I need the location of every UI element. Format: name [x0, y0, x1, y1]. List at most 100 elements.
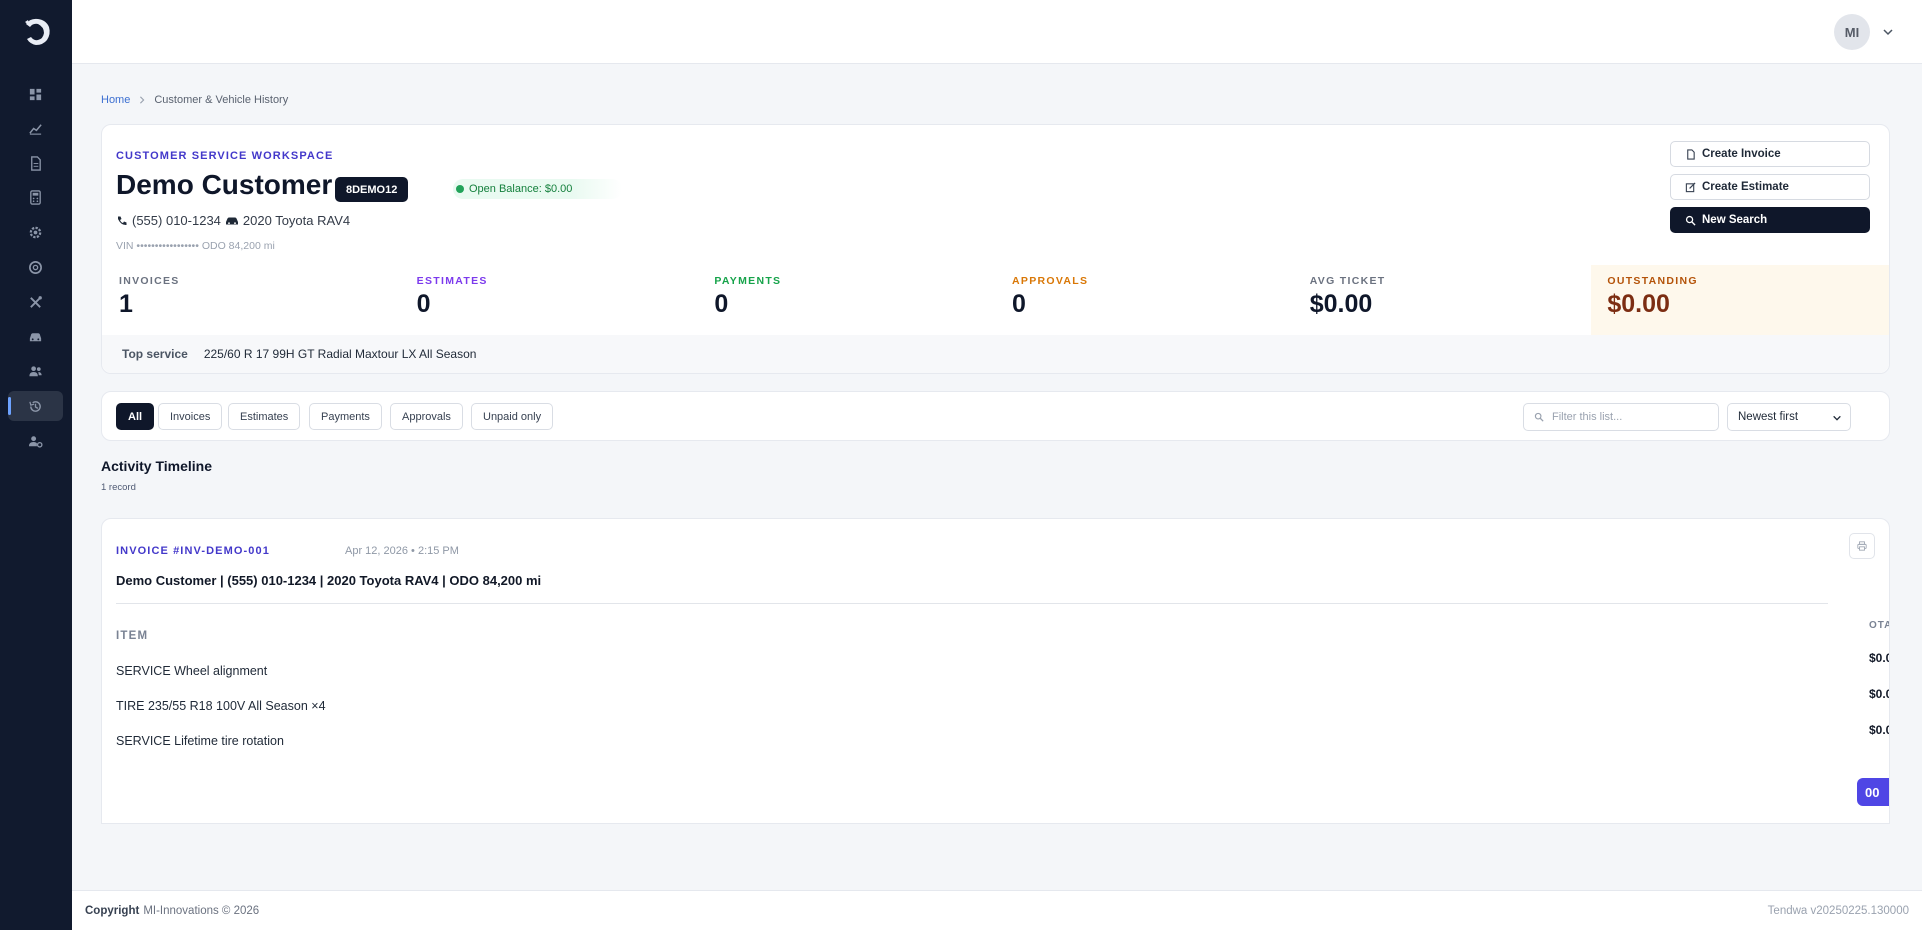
line-item: SERVICE Lifetime tire rotation — [116, 734, 284, 748]
filter-chip-estimates[interactable]: Estimates — [228, 403, 301, 430]
invoice-date: Apr 12, 2026 • 2:15 PM — [345, 545, 459, 557]
invoice-icon — [31, 155, 41, 171]
search-icon — [1534, 412, 1544, 422]
car-icon — [29, 332, 42, 341]
calculator-icon — [30, 189, 41, 205]
timeline-count: 1 record — [101, 482, 136, 493]
chevron-down-icon[interactable] — [1882, 26, 1894, 38]
main-content: Home Customer & Vehicle History CUSTOMER… — [72, 64, 1922, 890]
avatar[interactable]: MI — [1834, 14, 1870, 50]
sidebar-item-user-settings[interactable] — [8, 426, 63, 456]
stat-outstanding[interactable]: OUTSTANDING $0.00 — [1591, 265, 1890, 335]
sidebar-item-vehicles[interactable] — [8, 321, 63, 351]
breadcrumb-home[interactable]: Home — [101, 94, 130, 106]
vin-odometer: VIN ••••••••••••••••• ODO 84,200 mi — [116, 240, 275, 252]
create-invoice-button[interactable]: Create Invoice — [1670, 141, 1870, 167]
gear-icon — [29, 226, 42, 238]
timeline-title: Activity Timeline — [101, 458, 213, 474]
stat-approvals[interactable]: APPROVALS 0 — [996, 265, 1294, 335]
filter-chip-invoices[interactable]: Invoices — [158, 403, 223, 430]
tire-icon — [29, 260, 42, 274]
chevron-down-icon — [1833, 415, 1841, 421]
open-balance-badge: Open Balance: $0.00 — [453, 179, 623, 199]
sort-select[interactable]: Newest first — [1727, 403, 1851, 431]
stat-value: $0.00 — [1309, 290, 1373, 318]
column-header-item: ITEM — [116, 630, 149, 642]
new-search-button[interactable]: New Search — [1670, 207, 1870, 233]
stat-label: OUTSTANDING — [1607, 275, 1698, 287]
invoice-number[interactable]: INVOICE #INV-DEMO-001 — [116, 545, 270, 557]
stat-label: AVG TICKET — [1309, 275, 1386, 287]
sidebar-item-services[interactable] — [8, 287, 63, 317]
document-icon — [1687, 148, 1695, 160]
copyright-text: MI-Innovations © 2026 — [143, 904, 260, 917]
stat-invoices[interactable]: INVOICES 1 — [102, 265, 401, 335]
chart-line-icon — [29, 123, 42, 135]
line-total: $0.00 — [1869, 687, 1889, 701]
edit-icon — [1685, 181, 1696, 192]
sidebar-item-dashboard[interactable] — [8, 79, 63, 109]
customer-code-badge: 8DEMO12 — [335, 177, 409, 202]
line-total: $0.00 — [1869, 651, 1889, 665]
customer-summary-card: CUSTOMER SERVICE WORKSPACE Demo Customer… — [101, 124, 1890, 374]
line-item: TIRE 235/55 R18 100V All Season ×4 — [116, 699, 326, 713]
create-invoice-label: Create Invoice — [1702, 148, 1781, 160]
create-estimate-button[interactable]: Create Estimate — [1670, 174, 1870, 200]
stats-row: INVOICES 1 ESTIMATES 0 PAYMENTS 0 APPROV… — [102, 265, 1890, 335]
divider — [116, 603, 1828, 604]
car-icon — [225, 217, 238, 224]
contact-line: (555) 010-1234 2020 Toyota RAV4 — [116, 213, 350, 228]
search-icon — [1685, 215, 1696, 226]
print-button[interactable] — [1849, 533, 1875, 559]
stat-label: INVOICES — [119, 275, 180, 287]
sidebar-item-history[interactable] — [8, 391, 63, 421]
breadcrumb: Home Customer & Vehicle History — [101, 94, 288, 106]
sidebar — [0, 0, 72, 930]
customer-name: Demo Customer — [116, 169, 333, 200]
filter-chip-approvals[interactable]: Approvals — [390, 403, 463, 430]
dashboard-icon — [29, 88, 42, 100]
users-icon — [29, 365, 42, 376]
customer-phone: (555) 010-1234 — [132, 213, 221, 228]
stat-value: 0 — [416, 290, 431, 318]
filter-bar: All Invoices Estimates Payments Approval… — [101, 391, 1890, 441]
sidebar-item-invoices[interactable] — [8, 148, 63, 178]
customer-vehicle: 2020 Toyota RAV4 — [242, 213, 351, 228]
sidebar-item-customers[interactable] — [8, 356, 63, 386]
stat-value: 0 — [1012, 290, 1026, 318]
filter-input[interactable]: Filter this list... — [1523, 403, 1719, 431]
stat-value: 1 — [119, 290, 133, 318]
user-settings-icon — [28, 435, 43, 448]
filter-chip-all[interactable]: All — [116, 403, 155, 430]
sidebar-item-settings[interactable] — [8, 217, 63, 247]
invoice-card[interactable]: INVOICE #INV-DEMO-001 Apr 12, 2026 • 2:1… — [101, 518, 1890, 824]
breadcrumb-current: Customer & Vehicle History — [154, 94, 289, 106]
filter-chip-unpaid[interactable]: Unpaid only — [471, 403, 554, 430]
stat-value: $0.00 — [1607, 290, 1670, 318]
filter-placeholder: Filter this list... — [1552, 411, 1623, 423]
top-service-value: 225/60 R 17 99H GT Radial Maxtour LX All… — [203, 347, 477, 361]
phone-icon — [118, 216, 127, 225]
brand-logo[interactable] — [16, 12, 56, 52]
stat-label: ESTIMATES — [416, 275, 488, 287]
line-total: $0.00 — [1869, 723, 1889, 737]
invoice-summary: Demo Customer | (555) 010-1234 | 2020 To… — [116, 573, 542, 588]
stat-estimates[interactable]: ESTIMATES 0 — [401, 265, 699, 335]
stat-payments[interactable]: PAYMENTS 0 — [698, 265, 996, 335]
filter-chip-payments[interactable]: Payments — [309, 403, 382, 430]
history-icon — [29, 400, 41, 412]
printer-icon — [1857, 541, 1867, 551]
stat-avg-ticket[interactable]: AVG TICKET $0.00 — [1294, 265, 1592, 335]
new-search-label: New Search — [1702, 214, 1768, 226]
line-item: SERVICE Wheel alignment — [116, 664, 268, 678]
stat-label: PAYMENTS — [714, 275, 782, 287]
app-version: Tendwa v20250225.130000 — [1767, 904, 1909, 917]
invoice-total-badge: 00 — [1857, 778, 1889, 806]
top-service-label: Top service — [122, 347, 188, 361]
sidebar-item-tires[interactable] — [8, 252, 63, 282]
stat-value: 0 — [714, 290, 729, 318]
sidebar-item-calculator[interactable] — [8, 182, 63, 212]
sidebar-item-reports[interactable] — [8, 113, 63, 143]
tools-icon — [30, 295, 42, 308]
copyright-label: Copyright — [85, 904, 140, 917]
